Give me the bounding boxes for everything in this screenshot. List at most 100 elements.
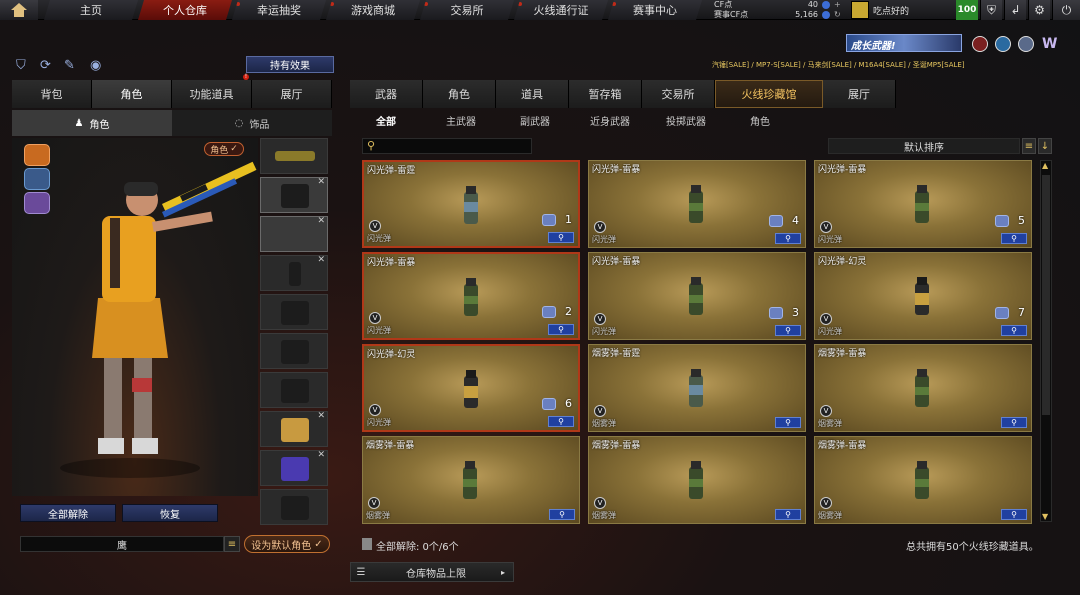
nav-tab-battle-pass[interactable]: 火线通行证 xyxy=(514,0,608,20)
list-icon[interactable]: ≡ xyxy=(224,536,240,552)
sort-dropdown[interactable]: 默认排序 xyxy=(828,138,1020,154)
effects-button[interactable]: 持有效果 xyxy=(246,56,334,73)
home-button[interactable] xyxy=(0,0,38,20)
scrollbar[interactable]: ▲ ▼ xyxy=(1040,160,1052,522)
item-card[interactable]: 烟雾弹-雷暴 V 烟雾弹 ⚲ xyxy=(362,436,580,524)
sort-order-icon[interactable]: ↓ xyxy=(1038,138,1052,154)
refresh-icon[interactable]: ↻ xyxy=(834,11,842,19)
event-icon[interactable] xyxy=(972,36,988,52)
close-icon[interactable]: ✕ xyxy=(317,216,325,226)
w-logo-icon[interactable]: W xyxy=(1042,36,1060,52)
magnify-icon[interactable]: ⚲ xyxy=(549,509,575,520)
subtab-secondary[interactable]: 副武器 xyxy=(520,113,550,128)
stats-icon[interactable]: ⛉ xyxy=(16,58,32,74)
exit-room-icon[interactable]: ↲ xyxy=(1004,0,1026,20)
tab-showroom[interactable]: 展厅 xyxy=(252,80,332,108)
brush-icon[interactable]: ✎ xyxy=(64,58,80,74)
subtab-primary[interactable]: 主武器 xyxy=(446,113,476,128)
subtab-accessory[interactable]: ◌ 饰品 xyxy=(172,110,332,136)
slot-belt[interactable] xyxy=(260,372,328,408)
magnify-icon[interactable]: ⚲ xyxy=(548,232,574,243)
magnify-icon[interactable]: ⚲ xyxy=(775,417,801,428)
search-input[interactable]: ⚲ xyxy=(362,138,532,154)
item-card[interactable]: 闪光弹-雷霆 V 1 闪光弹 ⚲ xyxy=(362,160,580,248)
subtab-all[interactable]: 全部 xyxy=(376,113,396,128)
sync-icon[interactable]: ⟳ xyxy=(40,58,56,74)
item-card[interactable]: 闪光弹-幻灵 V 7 闪光弹 ⚲ xyxy=(814,252,1032,340)
magnify-icon[interactable]: ⚲ xyxy=(1001,325,1027,336)
tab-weapons[interactable]: 武器 xyxy=(350,80,423,108)
user-info[interactable]: 吃点好的 xyxy=(851,0,941,20)
slot-armor[interactable] xyxy=(260,333,328,369)
tab-collection[interactable]: 火线珍藏馆 xyxy=(715,80,823,108)
item-card[interactable]: 烟雾弹-雷暴 V 烟雾弹 ⚲ xyxy=(814,344,1032,432)
item-card[interactable]: 闪光弹-雷暴 V 5 闪光弹 ⚲ xyxy=(814,160,1032,248)
mask-slot-icon[interactable] xyxy=(24,168,50,190)
scroll-down-icon[interactable]: ▼ xyxy=(1042,512,1048,521)
egg-icon[interactable]: ◉ xyxy=(90,58,106,74)
wing-slot-icon[interactable] xyxy=(24,192,50,214)
scroll-up-icon[interactable]: ▲ xyxy=(1042,161,1048,170)
restore-button[interactable]: 恢复 xyxy=(122,504,218,522)
magnify-icon[interactable]: ⚲ xyxy=(775,509,801,520)
item-card[interactable]: 闪光弹-雷暴 V 2 闪光弹 ⚲ xyxy=(362,252,580,340)
magnify-icon[interactable]: ⚲ xyxy=(548,324,574,335)
power-icon[interactable]: ⏻ xyxy=(1052,0,1080,20)
close-icon[interactable]: ✕ xyxy=(317,255,325,265)
sale-ticker[interactable]: 汽锤[SALE] / MP7-S[SALE] / 马来剑[SALE] / M16… xyxy=(712,60,965,70)
slot-hat[interactable]: ✕ xyxy=(260,177,328,213)
set-default-role-button[interactable]: 设为默认角色 ✓ xyxy=(244,535,330,553)
magnify-icon[interactable]: ⚲ xyxy=(548,416,574,427)
item-card[interactable]: 闪光弹-雷暴 V 3 闪光弹 ⚲ xyxy=(588,252,806,340)
slot-vest[interactable] xyxy=(260,294,328,330)
tab-function-items[interactable]: 功能道具 xyxy=(172,80,252,108)
item-card[interactable]: 闪光弹-幻灵 V 6 闪光弹 ⚲ xyxy=(362,344,580,432)
tab-items[interactable]: 道具 xyxy=(496,80,569,108)
slot-radio[interactable]: ✕ xyxy=(260,255,328,291)
item-card[interactable]: 烟雾弹-雷霆 V 烟雾弹 ⚲ xyxy=(588,344,806,432)
magnify-icon[interactable]: ⚲ xyxy=(1001,509,1027,520)
slot-weapon[interactable] xyxy=(260,138,328,174)
tab-showroom[interactable]: 展厅 xyxy=(823,80,896,108)
gear-icon[interactable]: ⚙ xyxy=(1028,0,1050,20)
badge-icon[interactable] xyxy=(1018,36,1034,52)
magnify-icon[interactable]: ⚲ xyxy=(775,325,801,336)
subtab-character[interactable]: 角色 xyxy=(750,113,770,128)
item-card[interactable]: 闪光弹-雷暴 V 4 闪光弹 ⚲ xyxy=(588,160,806,248)
unequip-all-button[interactable]: 全部解除 xyxy=(20,504,116,522)
subtab-character[interactable]: ♟ 角色 xyxy=(12,110,172,136)
nav-tab-events[interactable]: 赛事中心 xyxy=(608,0,702,20)
close-icon[interactable]: ✕ xyxy=(317,411,325,421)
character-viewport[interactable]: 角色 ✓ xyxy=(12,138,258,496)
tab-exchange[interactable]: 交易所 xyxy=(642,80,715,108)
nav-tab-exchange[interactable]: 交易所 xyxy=(420,0,514,20)
tab-character[interactable]: 角色 xyxy=(92,80,172,108)
close-icon[interactable]: ✕ xyxy=(317,450,325,460)
globe-icon[interactable] xyxy=(995,36,1011,52)
shield-icon[interactable]: ⛨ xyxy=(980,0,1002,20)
warehouse-limit-button[interactable]: ☰ 仓库物品上限 ▸ xyxy=(350,562,514,582)
tab-characters[interactable]: 角色 xyxy=(423,80,496,108)
slot-empty[interactable] xyxy=(260,489,328,525)
close-icon[interactable]: ✕ xyxy=(317,177,325,187)
character-slot-icon[interactable] xyxy=(24,144,50,166)
magnify-icon[interactable]: ⚲ xyxy=(1001,417,1027,428)
magnify-icon[interactable]: ⚲ xyxy=(1001,233,1027,244)
character-name-field[interactable]: 鹰 xyxy=(20,536,224,552)
scrollbar-thumb[interactable] xyxy=(1042,175,1050,415)
tab-storage[interactable]: 暂存箱 xyxy=(569,80,642,108)
subtab-throwable[interactable]: 投掷武器 xyxy=(666,113,706,128)
nav-tab-home[interactable]: 主页 xyxy=(44,0,138,20)
slot-pet-gold[interactable]: ✕ xyxy=(260,411,328,447)
subtab-melee[interactable]: 近身武器 xyxy=(590,113,630,128)
item-card[interactable]: 烟雾弹-雷暴 V 烟雾弹 ⚲ xyxy=(588,436,806,524)
nav-tab-shop[interactable]: 游戏商城 xyxy=(326,0,420,20)
tab-backpack[interactable]: 背包 xyxy=(12,80,92,108)
nav-tab-inventory[interactable]: 个人仓库 xyxy=(138,0,232,20)
nav-tab-lottery[interactable]: 幸运抽奖 xyxy=(232,0,326,20)
promo-banner[interactable]: 成长武器! xyxy=(846,34,962,52)
add-icon[interactable]: + xyxy=(834,1,842,9)
item-card[interactable]: 烟雾弹-雷暴 V 烟雾弹 ⚲ xyxy=(814,436,1032,524)
magnify-icon[interactable]: ⚲ xyxy=(775,233,801,244)
slot-accessory[interactable]: ✕ xyxy=(260,216,328,252)
